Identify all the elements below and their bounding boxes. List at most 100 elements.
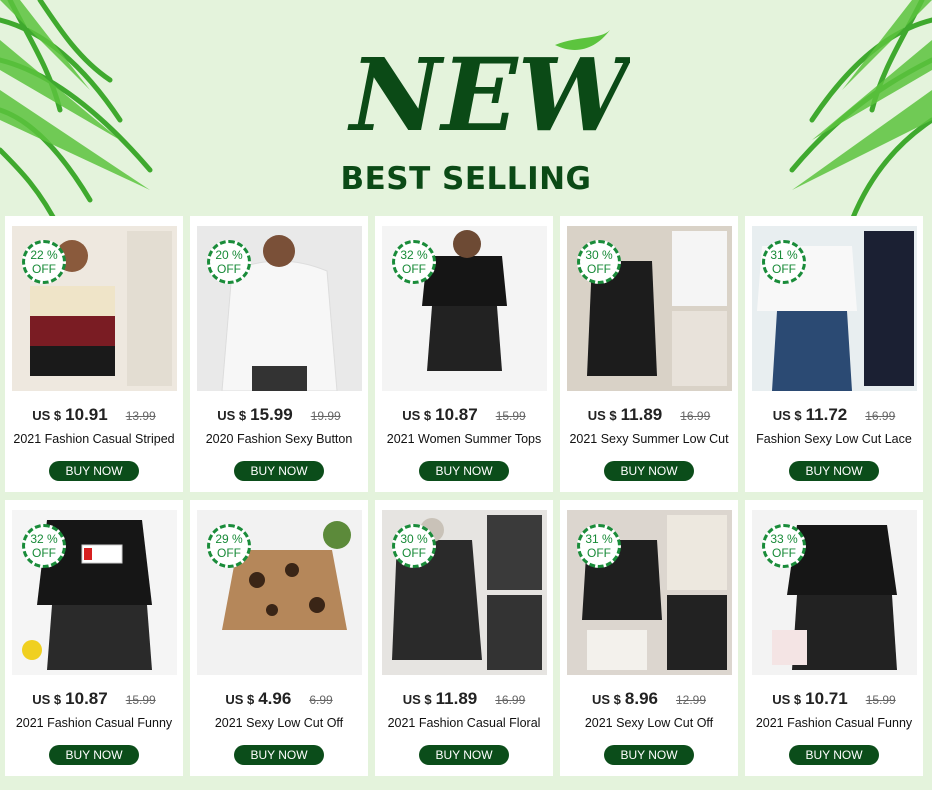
product-photo[interactable]: 20 % OFF (197, 226, 362, 391)
discount-badge: 29 % OFF (207, 524, 251, 568)
currency: US $ (32, 408, 62, 423)
best-selling-heading: BEST SELLING (340, 161, 592, 197)
product-photo[interactable]: 30 % OFF (382, 510, 547, 675)
product-name[interactable]: 2021 Sexy Summer Low Cut (566, 432, 732, 447)
product-photo[interactable]: 31 % OFF (752, 226, 917, 391)
product-card[interactable]: 31 % OFF US $11.72 16.99 Fashion Sexy Low … (745, 216, 923, 492)
sale-price: 11.89 (620, 405, 663, 424)
currency: US $ (772, 408, 802, 423)
buy-now-button[interactable]: BUY NOW (789, 745, 879, 765)
original-price: 16.99 (680, 409, 711, 423)
product-card[interactable]: 32 % OFF US $10.87 15.99 2021 Fashion Casu… (5, 500, 183, 776)
product-name[interactable]: 2021 Fashion Casual Funny (11, 716, 177, 731)
discount-percent: 22 % (30, 248, 58, 262)
discount-badge: 32 % OFF (392, 240, 436, 284)
discount-off-label: OFF (587, 546, 611, 560)
buy-now-button[interactable]: BUY NOW (419, 745, 509, 765)
discount-percent: 30 % (400, 532, 428, 546)
product-card[interactable]: 31 % OFF US $8.96 12.99 2021 Sexy Low Cut … (560, 500, 738, 776)
product-photo[interactable]: 32 % OFF (12, 510, 177, 675)
discount-badge: 33 % OFF (762, 524, 806, 568)
discount-percent: 31 % (770, 248, 798, 262)
product-card[interactable]: 30 % OFF US $11.89 16.99 2021 Sexy Summer … (560, 216, 738, 492)
currency: US $ (591, 692, 621, 707)
discount-badge: 30 % OFF (577, 240, 621, 284)
currency: US $ (402, 692, 432, 707)
original-price: 16.99 (495, 693, 526, 707)
price-row: US $4.96 6.99 (190, 689, 368, 709)
product-photo[interactable]: 32 % OFF (382, 226, 547, 391)
price-row: US $11.89 16.99 (560, 405, 738, 425)
currency: US $ (32, 692, 62, 707)
sale-price: 11.89 (435, 689, 478, 708)
product-name[interactable]: 2021 Fashion Casual Floral (381, 716, 547, 731)
price-row: US $15.99 19.99 (190, 405, 368, 425)
price-row: US $10.87 15.99 (375, 405, 553, 425)
sale-price: 11.72 (805, 405, 848, 424)
product-name[interactable]: 2021 Fashion Casual Striped (11, 432, 177, 447)
discount-badge: 22 % OFF (22, 240, 66, 284)
discount-percent: 30 % (585, 248, 613, 262)
price-row: US $11.89 16.99 (375, 689, 553, 709)
original-price: 12.99 (675, 693, 707, 707)
sale-price: 10.91 (65, 405, 108, 424)
original-price: 15.99 (865, 693, 896, 707)
price-row: US $8.96 12.99 (560, 689, 738, 709)
product-name[interactable]: 2020 Fashion Sexy Button (196, 432, 362, 447)
product-card[interactable]: 22 % OFF US $10.91 13.99 2021 Fashion Casu… (5, 216, 183, 492)
price-row: US $11.72 16.99 (745, 405, 923, 425)
product-photo[interactable]: 31 % OFF (567, 510, 732, 675)
new-headline-lettering: NEW (347, 30, 630, 150)
product-name[interactable]: Fashion Sexy Low Cut Lace (751, 432, 917, 447)
discount-off-label: OFF (772, 262, 796, 276)
sale-price: 10.71 (805, 689, 848, 708)
product-card[interactable]: 33 % OFF US $10.71 15.99 2021 Fashion Casu… (745, 500, 923, 776)
original-price: 19.99 (310, 409, 341, 423)
product-card[interactable]: 32 % OFF US $10.87 15.99 2021 Women Summer… (375, 216, 553, 492)
discount-off-label: OFF (217, 262, 241, 276)
buy-now-button[interactable]: BUY NOW (604, 745, 694, 765)
buy-now-button[interactable]: BUY NOW (789, 461, 879, 481)
discount-badge: 30 % OFF (392, 524, 436, 568)
discount-off-label: OFF (217, 546, 241, 560)
product-name[interactable]: 2021 Sexy Low Cut Off (196, 716, 362, 731)
discount-off-label: OFF (402, 262, 426, 276)
buy-now-button[interactable]: BUY NOW (234, 461, 324, 481)
discount-percent: 29 % (215, 532, 243, 546)
buy-now-button[interactable]: BUY NOW (604, 461, 694, 481)
discount-percent: 32 % (30, 532, 58, 546)
original-price: 15.99 (125, 693, 156, 707)
sale-price: 10.87 (65, 689, 108, 708)
currency: US $ (402, 408, 432, 423)
product-name[interactable]: 2021 Sexy Low Cut Off (566, 716, 732, 731)
svg-text:NEW: NEW (347, 36, 630, 150)
product-card[interactable]: 20 % OFF US $15.99 19.99 2020 Fashion Sexy… (190, 216, 368, 492)
product-card[interactable]: 30 % OFF US $11.89 16.99 2021 Fashion Casu… (375, 500, 553, 776)
product-photo[interactable]: 30 % OFF (567, 226, 732, 391)
product-name[interactable]: 2021 Women Summer Tops (381, 432, 547, 447)
original-price: 16.99 (865, 409, 896, 423)
product-card[interactable]: 29 % OFF US $4.96 6.99 2021 Sexy Low Cut O… (190, 500, 368, 776)
discount-off-label: OFF (32, 546, 56, 560)
sale-price: 8.96 (624, 689, 658, 708)
product-photo[interactable]: 33 % OFF (752, 510, 917, 675)
buy-now-button[interactable]: BUY NOW (234, 745, 324, 765)
discount-badge: 31 % OFF (577, 524, 621, 568)
currency: US $ (772, 692, 802, 707)
currency: US $ (225, 692, 255, 707)
discount-badge: 31 % OFF (762, 240, 806, 284)
price-row: US $10.71 15.99 (745, 689, 923, 709)
original-price: 13.99 (125, 409, 156, 423)
discount-percent: 20 % (215, 248, 243, 262)
price-row: US $10.87 15.99 (5, 689, 183, 709)
product-name[interactable]: 2021 Fashion Casual Funny (751, 716, 917, 731)
sale-price: 4.96 (258, 689, 292, 708)
sale-price: 10.87 (435, 405, 478, 424)
discount-off-label: OFF (587, 262, 611, 276)
buy-now-button[interactable]: BUY NOW (419, 461, 509, 481)
discount-percent: 31 % (585, 532, 613, 546)
product-photo[interactable]: 22 % OFF (12, 226, 177, 391)
product-photo[interactable]: 29 % OFF (197, 510, 362, 675)
buy-now-button[interactable]: BUY NOW (49, 745, 139, 765)
buy-now-button[interactable]: BUY NOW (49, 461, 139, 481)
